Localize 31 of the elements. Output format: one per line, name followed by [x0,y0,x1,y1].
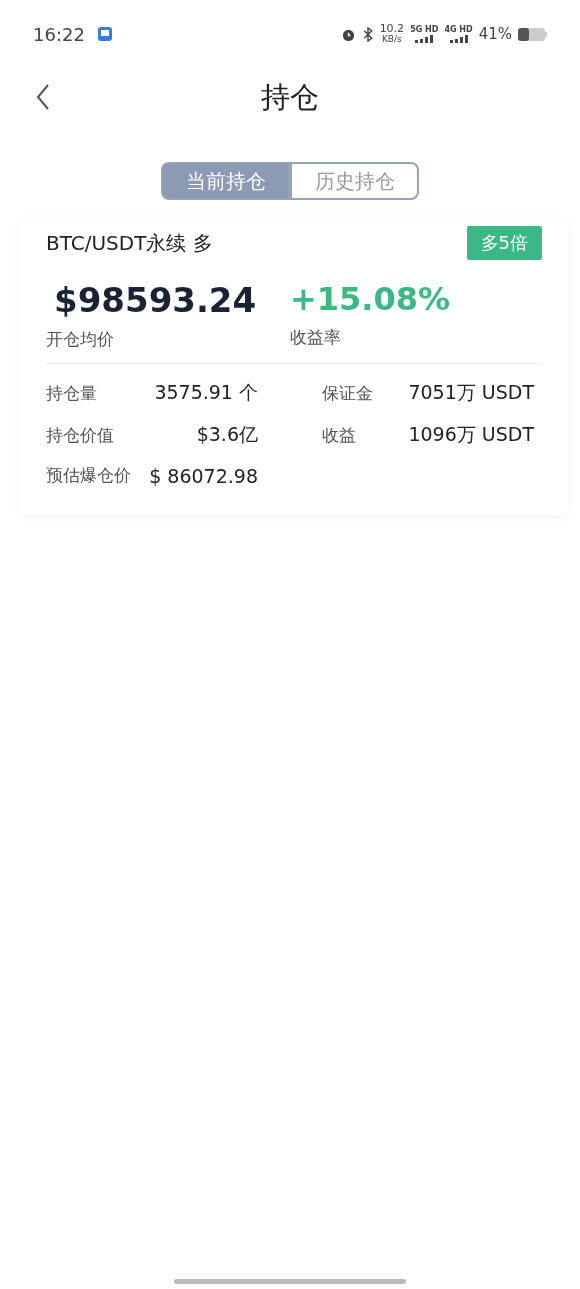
battery-percent: 41% [478,25,512,43]
signal-icon [448,35,469,43]
stat-value: $ 86072.98 [149,464,258,487]
yield-rate: +15.08% [290,280,452,318]
network-type: 5G HD [410,25,439,34]
back-icon[interactable] [36,84,50,110]
leverage-tag: 多5倍 [466,226,542,260]
stat-label: 持仓量 [46,381,97,405]
network-speed: 10.2 [379,24,405,34]
entry-price: $98593.24 [53,280,258,320]
stat-label: 持仓价值 [46,423,114,447]
stat-label: 预估爆仓价 [46,464,131,487]
stat-label: 收益 [322,423,356,447]
signal-icon [414,35,435,43]
speed-unit: KB/s [381,34,402,44]
stat-value: 7051万 USDT [408,380,534,405]
stat-value: 1096万 USDT [408,422,534,447]
tab[interactable]: 历史持仓 [290,162,419,200]
bluetooth-icon [361,26,374,42]
yield-rate-label: 收益率 [290,326,342,349]
stat-label: 保证金 [322,381,373,405]
app-icon [96,26,113,42]
tab[interactable]: 当前持仓 [161,162,290,200]
stat-value: $3.6亿 [196,422,258,447]
battery-icon [518,26,548,42]
stat-value: 3575.91 个 [154,380,258,405]
position-name: BTC/USDT永续 多 [46,229,213,257]
page-title: 持仓 [261,79,319,116]
status-time: 16:22 [33,23,85,45]
entry-price-label: 开仓均价 [46,328,115,351]
network-type: 4G HD [444,25,473,34]
